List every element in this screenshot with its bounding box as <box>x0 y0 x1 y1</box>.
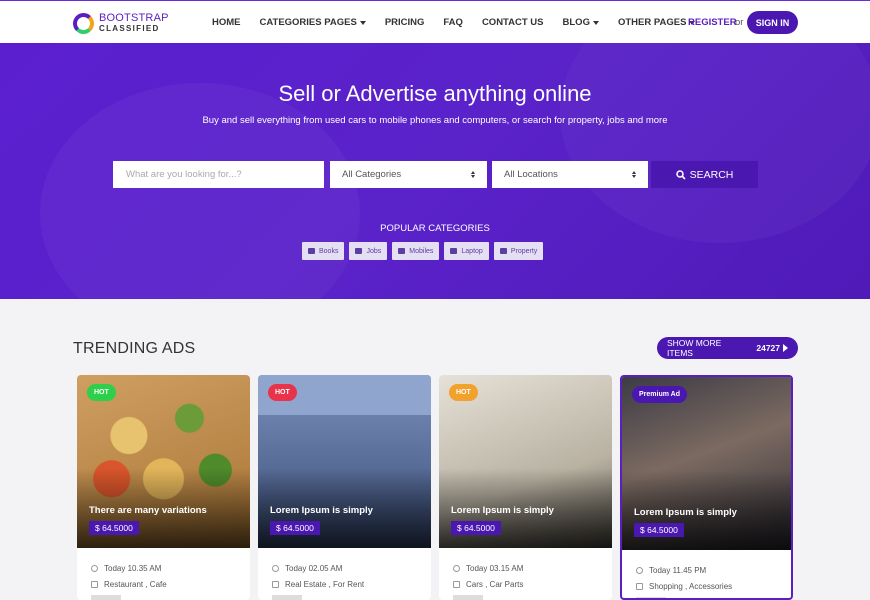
ad-category[interactable]: Real Estate , For Rent <box>272 580 364 589</box>
trending-ads-title: TRENDING ADS <box>73 340 196 357</box>
ad-location <box>453 595 483 600</box>
mobile-icon <box>398 248 406 254</box>
ad-time: Today 11.45 PM <box>636 566 706 575</box>
book-icon <box>308 248 315 254</box>
tag-icon <box>453 581 460 588</box>
category-chip-laptop[interactable]: Laptop <box>444 242 489 260</box>
hot-badge: HOT <box>449 384 478 401</box>
hero-subtitle: Buy and sell everything from used cars t… <box>202 115 668 126</box>
ad-time: Today 02.05 AM <box>272 564 342 573</box>
ad-card[interactable]: Premium Ad Lorem Ipsum is simply $ 64.50… <box>620 375 793 600</box>
show-more-label: SHOW MORE ITEMS <box>667 338 722 358</box>
ad-time: Today 10.35 AM <box>91 564 161 573</box>
ad-card[interactable]: HOT Lorem Ipsum is simply $ 64.5000 Toda… <box>439 375 612 600</box>
popular-categories-title: POPULAR CATEGORIES <box>380 223 490 234</box>
search-icon <box>675 169 686 180</box>
location-select[interactable]: All Locations <box>492 161 648 188</box>
ad-title[interactable]: Lorem Ipsum is simply <box>634 507 737 518</box>
ad-location <box>272 595 302 600</box>
caret-down-icon <box>592 20 599 25</box>
ad-price: $ 64.5000 <box>634 523 684 537</box>
category-chip-books[interactable]: Books <box>302 242 345 260</box>
arrow-right-icon <box>783 344 788 352</box>
category-chip-property[interactable]: Property <box>493 242 544 260</box>
category-chip-mobiles[interactable]: Mobiles <box>392 242 440 260</box>
premium-badge: Premium Ad <box>632 386 687 403</box>
logo-text-bottom: CLASSIFIED <box>99 24 160 33</box>
logo[interactable]: BOOTSTRAP CLASSIFIED <box>73 11 169 35</box>
show-more-button[interactable]: SHOW MORE ITEMS 24727 <box>657 337 798 359</box>
location-select-value: All Locations <box>504 169 558 180</box>
search-input[interactable] <box>113 161 324 188</box>
nav-item-pricing[interactable]: PRICING <box>385 17 425 28</box>
ad-title[interactable]: Lorem Ipsum is simply <box>451 505 554 516</box>
building-icon <box>499 248 507 254</box>
nav-item-blog[interactable]: BLOG <box>563 17 599 28</box>
nav-item-faq[interactable]: FAQ <box>443 17 463 28</box>
hot-badge: HOT <box>87 384 116 401</box>
ad-time: Today 03.15 AM <box>453 564 523 573</box>
ad-title[interactable]: There are many variations <box>89 505 207 516</box>
nav-item-home[interactable]: HOME <box>212 17 241 28</box>
ad-price: $ 64.5000 <box>89 521 139 535</box>
category-select-value: All Categories <box>342 169 402 180</box>
clock-icon <box>91 565 98 572</box>
clock-icon <box>453 565 460 572</box>
briefcase-icon <box>355 248 363 254</box>
ad-title[interactable]: Lorem Ipsum is simply <box>270 505 373 516</box>
ad-card[interactable]: HOT There are many variations $ 64.5000 … <box>77 375 250 600</box>
logo-text-top: BOOTSTRAP <box>99 12 169 24</box>
tag-icon <box>272 581 279 588</box>
nav-item-categories[interactable]: CATEGORIES PAGES <box>260 17 366 28</box>
hot-badge: HOT <box>268 384 297 401</box>
ad-card[interactable]: HOT Lorem Ipsum is simply $ 64.5000 Toda… <box>258 375 431 600</box>
ad-category[interactable]: Cars , Car Parts <box>453 580 523 589</box>
main-nav: HOME CATEGORIES PAGES PRICING FAQ CONTAC… <box>212 1 714 44</box>
or-text: or <box>735 17 744 28</box>
laptop-icon <box>450 248 458 254</box>
tag-icon <box>636 583 643 590</box>
navbar: BOOTSTRAP CLASSIFIED HOME CATEGORIES PAG… <box>0 0 870 43</box>
ad-category[interactable]: Shopping , Accessories <box>636 582 732 591</box>
ad-price: $ 64.5000 <box>451 521 501 535</box>
tag-icon <box>91 581 98 588</box>
nav-item-contact[interactable]: CONTACT US <box>482 17 544 28</box>
hero-background-decoration <box>560 43 870 243</box>
hero-section: Sell or Advertise anything online Buy an… <box>0 43 870 299</box>
select-arrows-icon <box>632 171 636 178</box>
category-chip-jobs[interactable]: Jobs <box>349 242 388 260</box>
ad-category[interactable]: Restaurant , Cafe <box>91 580 167 589</box>
popular-categories: Books Jobs Mobiles Laptop Property <box>302 242 544 260</box>
clock-icon <box>636 567 643 574</box>
register-link[interactable]: REGISTER <box>688 17 737 28</box>
nav-item-other-pages[interactable]: OTHER PAGES <box>618 17 696 28</box>
hero-title: Sell or Advertise anything online <box>278 81 592 106</box>
clock-icon <box>272 565 279 572</box>
search-button-label: SEARCH <box>689 168 734 181</box>
logo-icon <box>73 12 94 34</box>
signin-button[interactable]: SIGN IN <box>747 11 798 34</box>
caret-down-icon <box>359 20 366 25</box>
ad-price: $ 64.5000 <box>270 521 320 535</box>
search-button[interactable]: SEARCH <box>651 161 758 188</box>
category-select[interactable]: All Categories <box>330 161 487 188</box>
select-arrows-icon <box>471 171 475 178</box>
ad-location <box>91 595 121 600</box>
items-count: 24727 <box>756 343 780 353</box>
